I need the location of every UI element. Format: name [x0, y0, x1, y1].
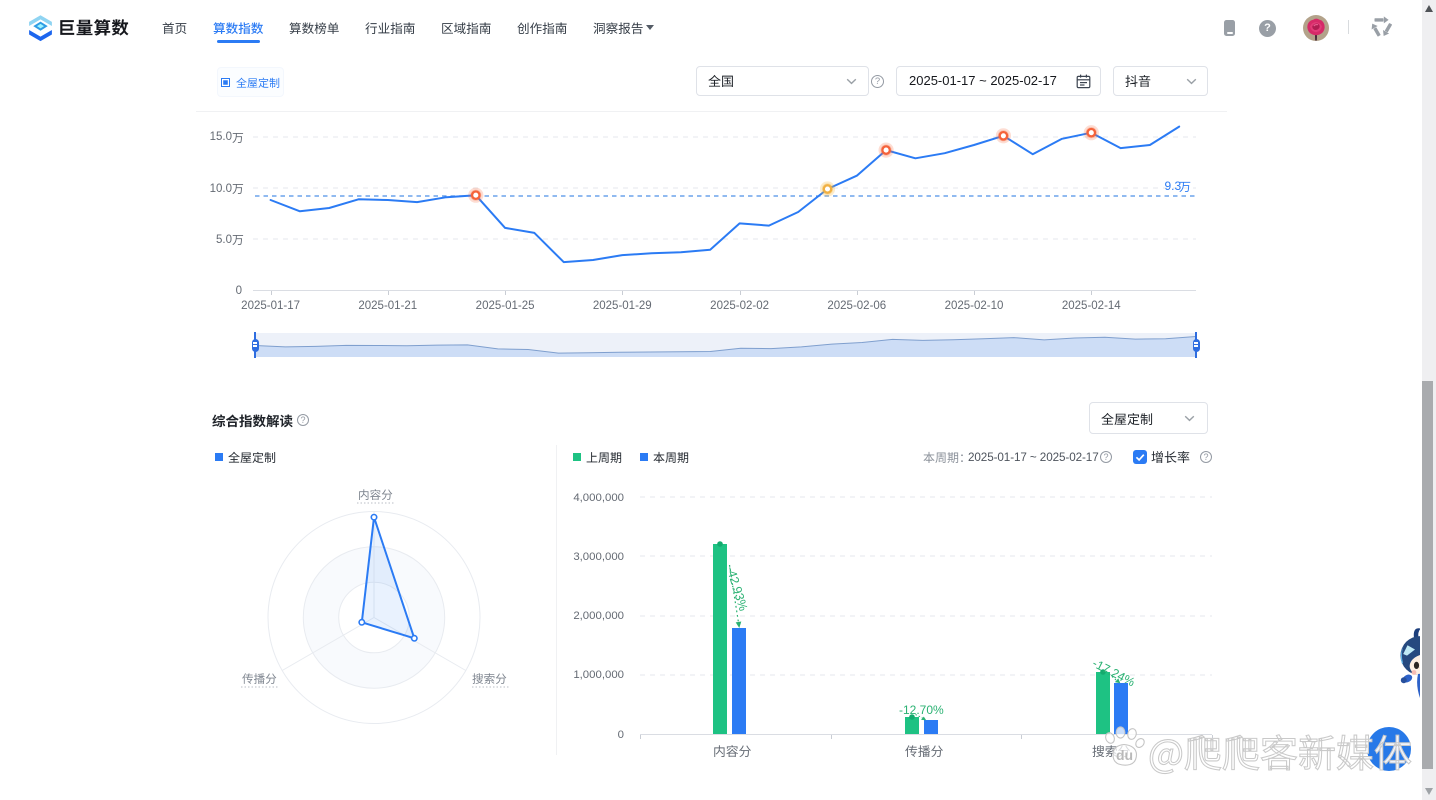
svg-text:du: du [1116, 747, 1133, 763]
